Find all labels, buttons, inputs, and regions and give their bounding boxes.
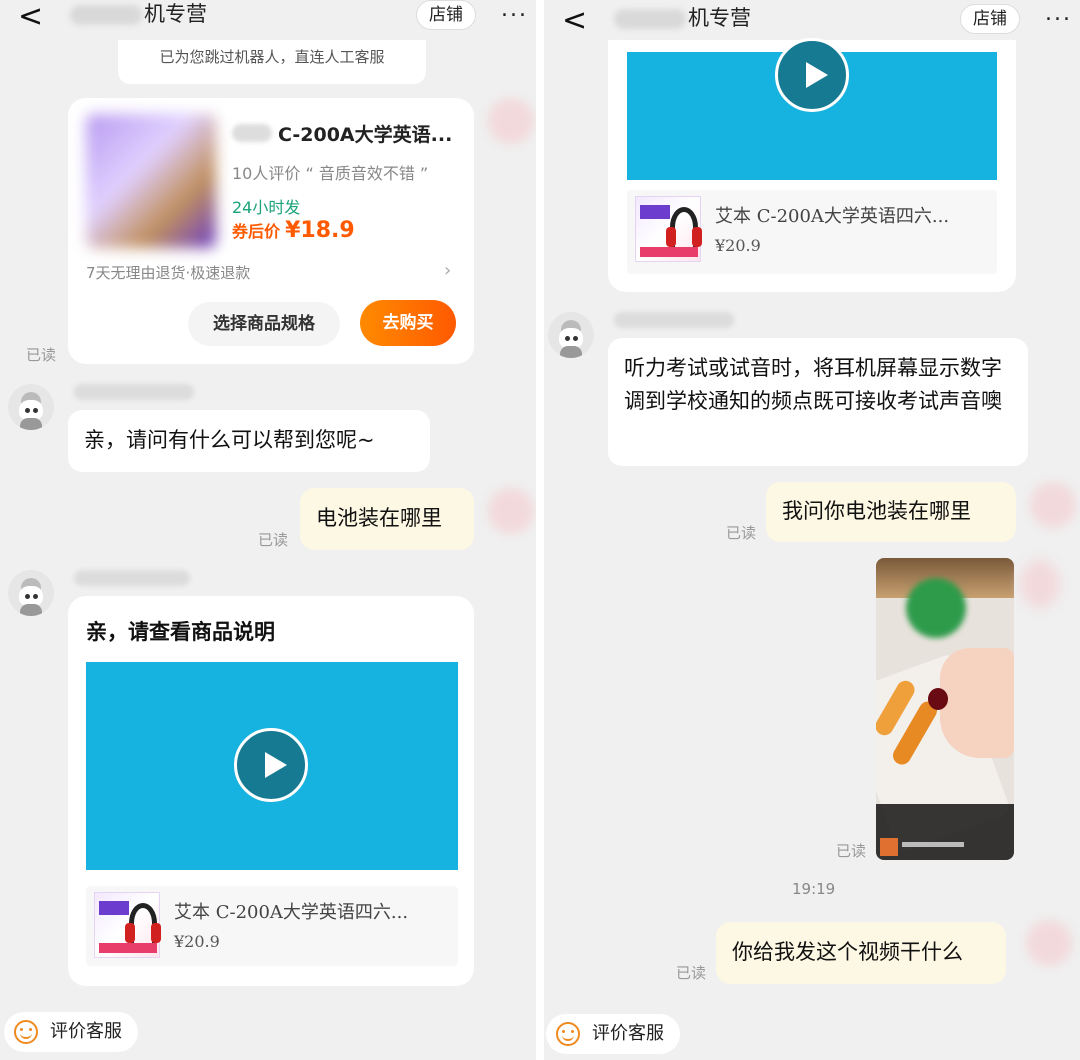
product-price-row: 券后价 ¥18.9 <box>232 218 355 243</box>
chat-title: 机专营 <box>614 4 751 32</box>
hand <box>940 648 1014 758</box>
agent-nickname-blurred <box>74 384 194 400</box>
shop-button[interactable]: 店铺 <box>416 0 476 30</box>
read-receipt: 已读 <box>836 842 867 860</box>
smile-icon <box>556 1022 580 1046</box>
read-receipt: 已读 <box>26 346 57 364</box>
video-product-price: ¥20.9 <box>174 932 220 951</box>
product-name: C-200A大学英语... <box>278 124 453 146</box>
video-product-strip[interactable]: 艾本 C-200A大学英语四六... ¥20.9 <box>627 190 997 274</box>
price-label: 券后价 <box>232 222 281 241</box>
jam <box>928 688 948 710</box>
agent-nickname-blurred <box>74 570 190 586</box>
user-message: 电池装在哪里 <box>300 488 474 550</box>
system-notice: 已为您跳过机器人，直连人工客服 <box>118 40 426 84</box>
back-arrow-icon[interactable]: < <box>18 2 43 32</box>
agent-avatar <box>8 384 54 430</box>
user-avatar <box>1030 482 1076 528</box>
user-video-message[interactable] <box>876 558 1014 860</box>
left-chat-screenshot: < 机专营 店铺 ... 已为您跳过机器人，直连人工客服 C-200A大学英语.… <box>0 0 536 1060</box>
rate-service-button[interactable]: 评价客服 <box>546 1014 680 1054</box>
chevron-right-icon[interactable]: › <box>444 260 451 281</box>
more-menu-icon[interactable]: ... <box>1045 3 1072 25</box>
video-caption: 亲，请查看商品说明 <box>86 620 275 644</box>
rate-service-label: 评价客服 <box>592 1023 664 1044</box>
product-thumbnail <box>635 196 702 262</box>
user-avatar <box>1026 920 1072 966</box>
user-message-text: 你给我发这个视频干什么 <box>732 940 963 964</box>
chat-title: 机专营 <box>70 0 207 28</box>
video-message-card[interactable]: 艾本 C-200A大学英语四六... ¥20.9 <box>608 38 1016 292</box>
rate-service-label: 评价客服 <box>50 1021 122 1042</box>
video-product-price: ¥20.9 <box>715 236 761 255</box>
user-message: 我问你电池装在哪里 <box>766 482 1016 542</box>
user-avatar <box>488 488 534 534</box>
user-message-text: 我问你电池装在哪里 <box>782 499 971 523</box>
play-icon[interactable] <box>775 38 849 112</box>
agent-avatar <box>548 312 594 358</box>
product-reviews: 10人评价 “ 音质音效不错 ” <box>232 164 429 183</box>
shop-button[interactable]: 店铺 <box>960 4 1020 34</box>
system-notice-text: 已为您跳过机器人，直连人工客服 <box>159 48 385 66</box>
user-avatar <box>488 98 534 144</box>
agent-nickname-blurred <box>614 312 734 328</box>
read-receipt: 已读 <box>258 531 289 549</box>
video-message-card[interactable]: 亲，请查看商品说明 艾本 C-200A大学英语四六... ¥20.9 <box>68 596 474 986</box>
timestamp: 19:19 <box>792 880 836 898</box>
product-card[interactable]: C-200A大学英语... 10人评价 “ 音质音效不错 ” 24小时发 券后价… <box>68 98 474 364</box>
video-product-strip[interactable]: 艾本 C-200A大学英语四六... ¥20.9 <box>86 886 458 966</box>
agent-avatar <box>8 570 54 616</box>
video-thumbnail[interactable] <box>86 662 458 870</box>
video-product-text <box>902 842 964 847</box>
agent-message-text: 听力考试或试音时，将耳机屏幕显示数字调到学校通知的频点既可接收考试声音噢 <box>624 356 1002 413</box>
more-menu-icon[interactable]: ... <box>501 0 528 21</box>
chat-header: < 机专营 店铺 ... <box>0 0 536 40</box>
shipping-tag: 24小时发 <box>232 198 301 217</box>
select-spec-button[interactable]: 选择商品规格 <box>188 302 340 346</box>
leaf-decoration <box>906 578 966 638</box>
product-price: ¥18.9 <box>285 218 355 243</box>
agent-message: 亲，请问有什么可以帮到您呢~ <box>68 410 430 472</box>
product-thumbnail <box>94 892 161 958</box>
right-chat-screenshot: < 机专营 店铺 ... 艾本 C-200A大学英语四六... ¥20.9 听力… <box>544 0 1080 1060</box>
chat-title-text: 机专营 <box>144 2 207 26</box>
read-receipt: 已读 <box>676 964 707 982</box>
user-avatar <box>1020 560 1060 608</box>
play-icon[interactable] <box>234 728 308 802</box>
chat-title-text: 机专营 <box>688 6 751 30</box>
rate-service-button[interactable]: 评价客服 <box>4 1012 138 1052</box>
user-message: 你给我发这个视频干什么 <box>716 922 1006 984</box>
user-message-text: 电池装在哪里 <box>316 506 442 530</box>
video-product-name: 艾本 C-200A大学英语四六... <box>715 206 950 227</box>
video-thumbnail[interactable] <box>627 38 997 180</box>
read-receipt: 已读 <box>726 524 757 542</box>
blurred-shop-name <box>70 5 142 25</box>
blurred-shop-name <box>614 9 686 29</box>
blurred-brand <box>232 124 272 142</box>
back-arrow-icon[interactable]: < <box>562 6 587 36</box>
service-guarantee: 7天无理由退货·极速退款 <box>86 264 251 282</box>
buy-now-button[interactable]: 去购买 <box>360 300 456 346</box>
agent-message: 听力考试或试音时，将耳机屏幕显示数字调到学校通知的频点既可接收考试声音噢 <box>608 338 1028 466</box>
agent-message-text: 亲，请问有什么可以帮到您呢~ <box>84 428 375 452</box>
smile-icon <box>14 1020 38 1044</box>
product-image-blurred <box>86 114 216 248</box>
video-product-name: 艾本 C-200A大学英语四六... <box>174 902 409 923</box>
video-product-thumb <box>880 838 898 856</box>
